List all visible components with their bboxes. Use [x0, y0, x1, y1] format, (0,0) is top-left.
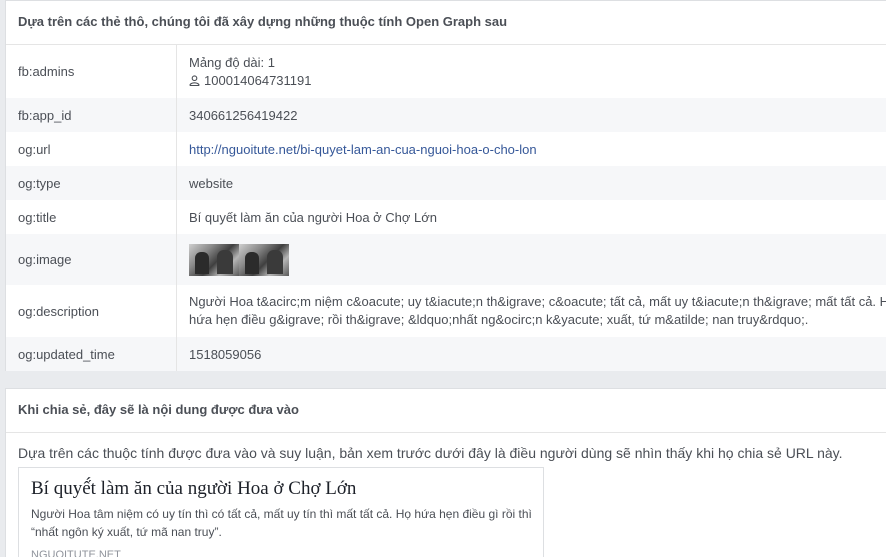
property-key: og:url	[6, 132, 177, 166]
table-row: og:url http://nguoitute.net/bi-quyet-lam…	[6, 132, 886, 166]
array-length-text: Mảng độ dài: 1	[189, 54, 276, 70]
panel-title: Dựa trên các thẻ thô, chúng tôi đã xây d…	[6, 1, 886, 45]
property-key: og:updated_time	[6, 337, 177, 371]
table-row: fb:admins Mảng độ dài: 1 100014064731191	[6, 45, 886, 98]
property-key: og:image	[6, 234, 177, 285]
user-icon	[189, 74, 200, 86]
preview-title: Bí quyế́t làm ăn của người Hoa ở Chợ Lớn	[31, 478, 357, 499]
table-row: og:title Bí quyết làm ăn của người Hoa ở…	[6, 200, 886, 234]
property-value: website	[176, 166, 886, 200]
property-key: fb:app_id	[6, 98, 177, 132]
og-image-thumbnail	[239, 243, 289, 276]
og-image-thumbnail	[189, 243, 239, 276]
admin-id: 100014064731191	[204, 72, 312, 88]
table-row: og:image	[6, 234, 886, 285]
property-value: 1518059056	[176, 337, 886, 371]
property-value	[176, 234, 886, 285]
preview-description: Người Hoa tâm niệm có uy tín thì có tất …	[31, 505, 532, 541]
preview-description-line: Người Hoa tâm niệm có uy tín thì có tất …	[31, 507, 532, 521]
property-key: og:description	[6, 285, 177, 337]
link-preview-card[interactable]: Bí quyế́t làm ăn của người Hoa ở Chợ Lớn…	[18, 467, 544, 557]
page: Dựa trên các thẻ thô, chúng tôi đã xây d…	[0, 0, 886, 557]
description-line: hứa hẹn điều g&igrave; rồi th&igrave; &l…	[189, 312, 809, 327]
open-graph-properties-panel: Dựa trên các thẻ thô, chúng tôi đã xây d…	[5, 0, 886, 371]
table-row: og:description Người Hoa t&acirc;m niệm …	[6, 285, 886, 337]
property-value: Người Hoa t&acirc;m niệm c&oacute; uy t&…	[177, 285, 886, 337]
og-image-thumbnails[interactable]	[189, 243, 289, 276]
table-row: og:type website	[6, 166, 886, 200]
property-key: og:title	[6, 200, 177, 234]
property-value: Mảng độ dài: 1 100014064731191	[177, 45, 886, 98]
admin-id-line: 100014064731191	[189, 72, 883, 90]
og-properties-table: fb:admins Mảng độ dài: 1 100014064731191…	[6, 45, 886, 371]
property-key: og:type	[6, 166, 177, 200]
property-key: fb:admins	[6, 45, 177, 98]
property-value: http://nguoitute.net/bi-quyet-lam-an-cua…	[177, 132, 886, 166]
table-row: fb:app_id 340661256419422	[6, 98, 886, 132]
preview-domain: NGUOITUTE.NET	[31, 549, 121, 557]
description-line: Người Hoa t&acirc;m niệm c&oacute; uy t&…	[189, 294, 886, 309]
property-value: Bí quyết làm ăn của người Hoa ở Chợ Lớn	[189, 209, 438, 225]
preview-intro-text: Dựa trên các thuộc tính được đưa vào và …	[18, 445, 843, 461]
share-preview-panel: Khi chia sẻ, đây sẽ là nội dung được đưa…	[5, 388, 886, 557]
panel-title: Khi chia sẻ, đây sẽ là nội dung được đưa…	[6, 389, 886, 433]
table-row: og:updated_time 1518059056	[6, 337, 886, 371]
preview-description-line: “nhất ngôn ký xuất, tứ mã nan truy”.	[31, 525, 222, 539]
og-url-link[interactable]: http://nguoitute.net/bi-quyet-lam-an-cua…	[189, 142, 537, 157]
property-value: 340661256419422	[176, 98, 886, 132]
